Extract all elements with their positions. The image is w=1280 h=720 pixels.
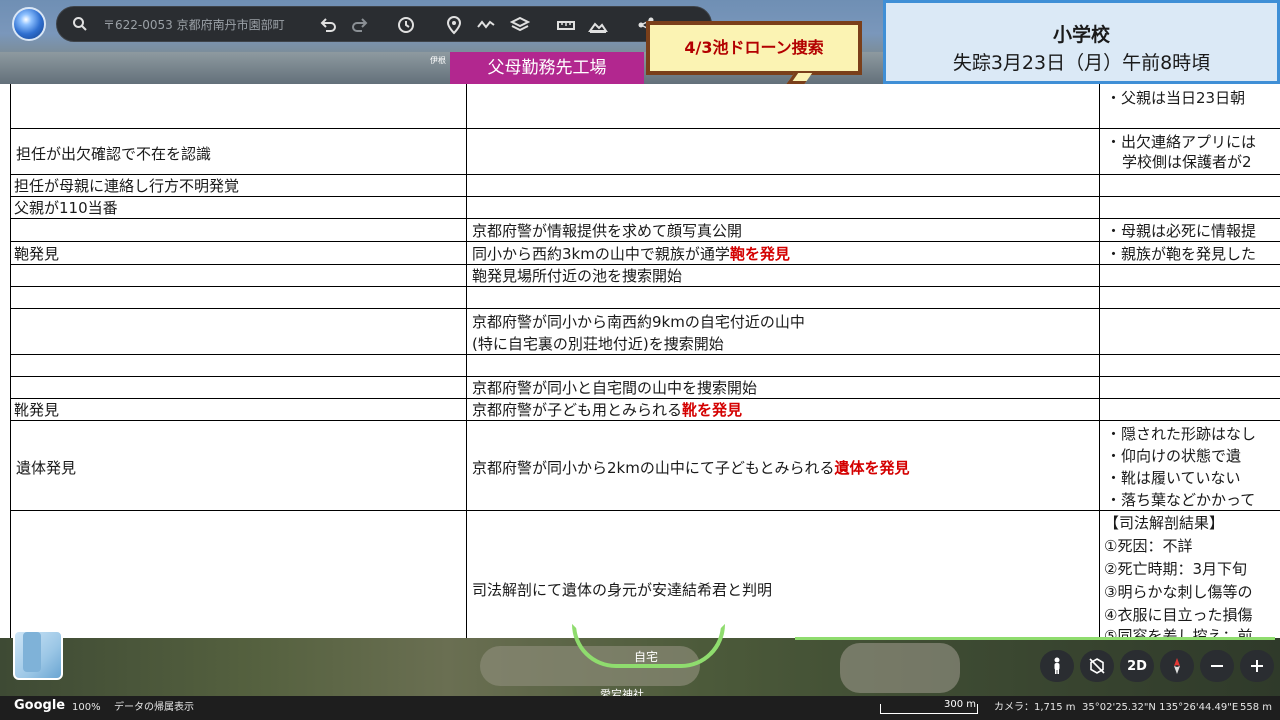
history-icon[interactable]	[395, 14, 417, 36]
table-cell: ・落ち葉などかかって	[1106, 491, 1256, 509]
table-hline	[10, 196, 1280, 197]
google-logo: Google	[14, 698, 66, 713]
table-hline	[10, 174, 1280, 175]
table-cell: (特に自宅裏の別荘地付近)を捜索開始	[472, 335, 724, 353]
timeline-table: ・父親は当日23日朝 担任が出欠確認で不在を認識 ・出欠連絡アプリには 学校側は…	[0, 84, 1280, 638]
zoom-out-icon[interactable]	[1200, 650, 1234, 682]
table-cell: 父親が110当番	[14, 199, 118, 217]
ruler-icon[interactable]	[555, 14, 577, 36]
zoom-level[interactable]: 100%	[72, 702, 101, 714]
table-cell: 京都府警が情報提供を求めて顔写真公開	[472, 222, 743, 240]
table-cell: 鞄発見	[14, 245, 60, 263]
table-cell: ・親族が鞄を発見した	[1106, 245, 1257, 263]
table-hline	[10, 286, 1280, 287]
cell-highlight: 靴を発見	[682, 401, 743, 419]
table-hline	[10, 420, 1280, 421]
table-cell: ・隠された形跡はなし	[1106, 425, 1257, 443]
map-place-label: 伊根	[430, 56, 446, 65]
table-cell: 京都府警が子ども用とみられる靴を発見	[472, 400, 742, 420]
elevation: 558 m	[1240, 702, 1273, 713]
table-cell: 靴発見	[14, 401, 60, 419]
table-cell: ・母親は必死に情報提	[1106, 222, 1257, 240]
table-hline	[10, 241, 1280, 242]
table-cell: 担任が母親に連絡し行方不明発覚	[14, 177, 240, 195]
callout-text: 4/3池ドローン捜索	[684, 38, 824, 57]
table-vline	[1099, 84, 1100, 638]
cell-text: 京都府警が同小から2kmの山中にて子どもとみられる	[472, 459, 835, 477]
table-hline	[10, 128, 1280, 129]
search-icon[interactable]	[72, 16, 88, 32]
drone-search-callout: 4/3池ドローン捜索	[646, 21, 862, 85]
table-cell: 司法解剖にて遺体の身元が安達結希君と判明	[472, 581, 773, 599]
table-cell: 京都府警が同小から2kmの山中にて子どもとみられる遺体を発見	[472, 458, 910, 478]
table-cell: 京都府警が同小と自宅間の山中を捜索開始	[472, 379, 758, 397]
cell-text: 京都府警が子ども用とみられる	[472, 401, 683, 419]
title-panel: 小学校 失踪3月23日（月）午前8時頃	[883, 0, 1280, 84]
table-cell: ①死因：不詳	[1104, 537, 1193, 555]
placemark-icon[interactable]	[443, 14, 465, 36]
table-cell: ・出欠連絡アプリには	[1106, 133, 1257, 151]
redo-icon[interactable]	[349, 14, 371, 36]
cell-highlight: 鞄を発見	[729, 245, 790, 263]
scale-label: 300 m	[944, 699, 977, 710]
table-hline	[10, 376, 1280, 377]
status-bar: Google 100% データの帰属表示 カメラ：1,715 m 35°02'2…	[0, 696, 1280, 720]
table-cell: ・父親は当日23日朝	[1106, 89, 1246, 107]
table-cell: ・靴は履いていない	[1106, 469, 1241, 487]
layers-icon[interactable]	[509, 14, 531, 36]
table-hline	[10, 398, 1280, 399]
camera-altitude: カメラ：1,715 m	[994, 702, 1076, 713]
table-vline	[466, 84, 467, 638]
table-hline	[10, 264, 1280, 265]
data-attribution-link[interactable]: データの帰属表示	[114, 702, 194, 714]
home-map-label: 自宅	[634, 650, 659, 664]
table-hline	[10, 218, 1280, 219]
table-cell: ②死亡時期：3月下旬	[1104, 560, 1247, 578]
cell-highlight: 遺体を発見	[834, 459, 910, 477]
coordinates: 35°02'25.32"N 135°26'44.49"E	[1082, 702, 1239, 713]
table-cell: 同小から西約3kmの山中で親族が通学鞄を発見	[472, 244, 790, 264]
map-terrain	[840, 643, 960, 693]
hide-3d-icon[interactable]	[1080, 650, 1114, 682]
table-cell: 京都府警が同小から南西約9kmの自宅付近の山中	[472, 313, 805, 331]
table-cell: ・仰向けの状態で遺	[1106, 447, 1242, 465]
table-hline	[10, 308, 1280, 309]
toggle-2d-button[interactable]: 2D	[1120, 650, 1154, 682]
map-controls: 2D	[1040, 650, 1274, 682]
table-hline	[10, 354, 1280, 355]
zoom-in-icon[interactable]	[1240, 650, 1274, 682]
cell-text: 同小から西約3kmの山中で親族が通学	[472, 245, 730, 263]
table-cell: 鞄発見場所付近の池を捜索開始	[472, 267, 683, 285]
factory-map-label: 父母勤務先工場	[450, 52, 644, 84]
image-overlay-icon[interactable]	[587, 14, 609, 36]
map-path-line	[795, 637, 1275, 640]
table-cell: 担任が出欠確認で不在を認識	[16, 145, 212, 163]
table-vline	[10, 84, 11, 638]
table-cell: ③明らかな刺し傷等の	[1104, 583, 1253, 601]
table-hline	[10, 510, 1280, 511]
google-earth-logo-button[interactable]	[12, 7, 46, 41]
map-thumbnail-shape	[23, 632, 41, 672]
table-cell: 【司法解剖結果】	[1104, 514, 1225, 532]
table-cell: 学校側は保護者が2	[1122, 153, 1252, 171]
panel-title: 小学校	[1052, 24, 1110, 46]
panel-subtitle: 失踪3月23日（月）午前8時頃	[952, 52, 1211, 74]
table-cell: ④衣服に目立った損傷	[1104, 606, 1253, 624]
path-icon[interactable]	[475, 14, 497, 36]
compass-icon[interactable]	[1160, 650, 1194, 682]
pegman-icon[interactable]	[1040, 650, 1074, 682]
map-style-thumbnail[interactable]	[13, 630, 63, 680]
search-input[interactable]: 〒622-0053 京都府南丹市園部町	[103, 16, 301, 34]
table-cell: 遺体発見	[16, 459, 77, 477]
undo-icon[interactable]	[317, 14, 339, 36]
toolbar: 〒622-0053 京都府南丹市園部町	[56, 6, 712, 42]
